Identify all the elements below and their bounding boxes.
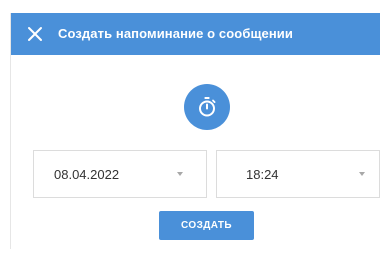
chevron-down-icon [177,172,183,176]
stopwatch-icon [199,97,216,117]
time-select[interactable]: 18:24 [216,150,380,198]
chevron-down-icon [359,172,365,176]
date-value: 08.04.2022 [54,167,120,182]
dialog-header: Создать напоминание о сообщении [11,13,380,55]
create-reminder-dialog: Создать напоминание о сообщении 08.04.20… [10,13,380,249]
close-icon [28,27,42,41]
date-select[interactable]: 08.04.2022 [33,150,207,198]
dialog-title: Создать напоминание о сообщении [58,26,293,41]
close-button[interactable] [25,24,45,44]
time-value: 18:24 [246,167,279,182]
create-button[interactable]: СОЗДАТЬ [159,211,254,240]
stopwatch-badge [184,84,230,130]
